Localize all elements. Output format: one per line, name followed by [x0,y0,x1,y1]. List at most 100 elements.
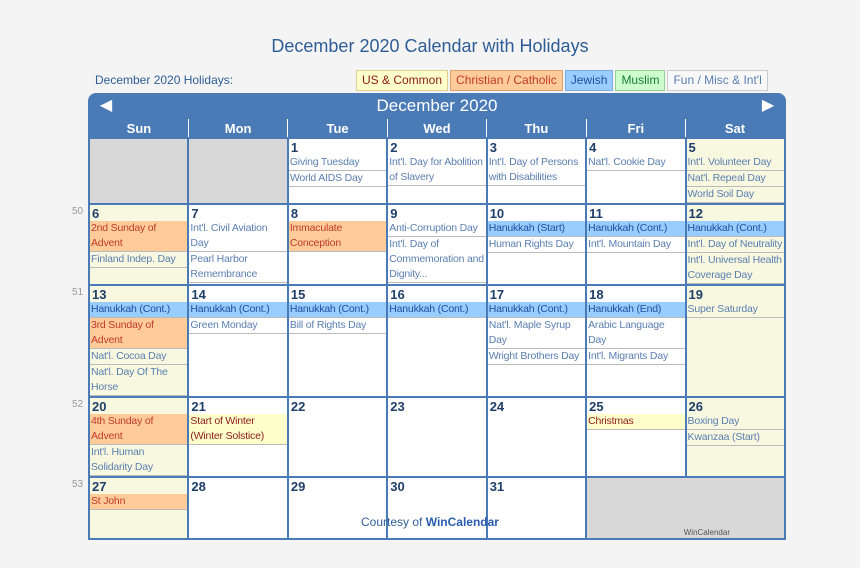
holiday-event[interactable]: Start of Winter (Winter Solstice) [189,414,287,445]
day-cell[interactable]: 21 Start of Winter (Winter Solstice) [187,396,289,478]
weekday-header: Wed [386,119,488,139]
day-number: 13 [92,287,107,302]
day-cell[interactable]: 29 [286,476,389,540]
holiday-event[interactable]: Nat'l. Cookie Day [587,155,685,171]
day-cell[interactable]: 11 Hanukkah (Cont.) Int'l. Mountain Day [585,203,687,286]
holiday-event[interactable]: Anti-Corruption Day [388,221,486,237]
day-cell[interactable]: 4 Nat'l. Cookie Day [585,137,687,205]
day-number: 1 [290,140,299,155]
holiday-event[interactable]: Arabic Language Day [587,318,685,349]
holiday-event[interactable]: 4th Sunday of Advent [90,414,188,445]
holiday-event[interactable]: Hanukkah (Cont.) [90,302,188,318]
day-cell[interactable]: 23 [386,396,488,478]
day-cell[interactable]: 9 Anti-Corruption Day Int'l. Day of Commem… [386,203,488,286]
holiday-event[interactable]: Int'l. Mountain Day [587,237,685,253]
holiday-event[interactable]: Hanukkah (Cont.) [587,221,685,237]
day-cell[interactable]: 14 Hanukkah (Cont.) Green Monday [187,284,289,398]
day-cell[interactable]: 22 [286,396,389,478]
day-cell[interactable]: 7 Int'l. Civil Aviation Day Pearl Harbor R… [187,203,289,286]
holiday-event[interactable]: Super Saturday [686,302,784,318]
holiday-event[interactable]: Int'l. Human Solidarity Day [90,445,188,476]
holiday-event[interactable]: Kwanzaa (Start) [686,430,784,446]
holiday-event[interactable]: Human Rights Day [487,237,586,253]
day-number: 21 [191,399,206,414]
prev-month-button[interactable]: ◀ [96,93,116,119]
holiday-event[interactable]: Giving Tuesday [288,155,387,171]
day-number: 16 [390,287,405,302]
day-cell[interactable]: 13 Hanukkah (Cont.) 3rd Sunday of Advent Na… [72,284,190,398]
day-cell[interactable]: 19 Super Saturday [684,284,787,398]
day-cell[interactable]: 2 Int'l. Day for Abolition of Slavery [386,137,488,205]
next-month-button[interactable]: ▶ [758,93,778,119]
holiday-event[interactable]: Int'l. Day of Commemoration and Dignity.… [388,237,486,283]
day-number: 3 [489,140,497,155]
holiday-event[interactable]: Hanukkah (Cont.) [686,221,784,237]
day-cell[interactable]: 3 Int'l. Day of Persons with Disabilities [485,137,588,205]
day-cell[interactable]: 15 Hanukkah (Cont.) Bill of Rights Day [286,284,389,398]
holiday-event[interactable]: St John [90,494,188,510]
day-cell[interactable]: 6 2nd Sunday of Advent Finland Indep. Day 5… [72,203,190,286]
day-cell[interactable]: 27 St John 53 [72,476,190,540]
day-number: 27 [92,479,107,494]
holiday-event[interactable]: Hanukkah (Cont.) [288,302,387,318]
holiday-event[interactable]: Int'l. Day of Persons with Disabilities [487,155,586,186]
holiday-event[interactable]: 3rd Sunday of Advent [90,318,188,349]
holiday-event[interactable]: Hanukkah (Cont.) [189,302,287,318]
week-row: 20 4th Sunday of Advent Int'l. Human Solid… [72,396,787,478]
holiday-event[interactable]: Finland Indep. Day [90,252,188,268]
holiday-event[interactable]: Nat'l. Repeal Day [686,171,784,187]
day-number: 20 [92,399,107,414]
holiday-event[interactable]: Hanukkah (Cont.) [388,302,486,318]
day-cell[interactable]: 28 [187,476,289,540]
holiday-legend: US & Common Christian / Catholic Jewish … [356,70,768,91]
holiday-event[interactable]: World AIDS Day [288,171,387,187]
week-row: 13 Hanukkah (Cont.) 3rd Sunday of Advent Na… [72,284,787,398]
holiday-event[interactable]: Int'l. Volunteer Day [686,155,784,171]
day-number: 24 [489,399,505,414]
legend-christian: Christian / Catholic [450,70,563,91]
day-cell[interactable]: 18 Hanukkah (End) Arabic Language Day Int'l… [585,284,687,398]
holiday-event[interactable]: World Soil Day [686,187,784,203]
day-cell[interactable]: 31 [485,476,588,540]
holiday-event[interactable]: Hanukkah (End) [587,302,685,318]
day-cell[interactable]: 30 [386,476,488,540]
week-number: 50 [72,206,84,217]
day-cell[interactable]: 24 [485,396,588,478]
holiday-event[interactable]: Nat'l. Day Of The Horse [90,365,188,396]
holiday-event[interactable]: Nat'l. Cocoa Day [90,349,188,365]
calendar: ◀ December 2020 ▶ Sun Mon Tue Wed Thu Fri Sat … [72,93,787,540]
holiday-event[interactable]: Int'l. Universal Health Coverage Day [686,253,784,284]
holiday-event[interactable]: Int'l. Day for Abolition of Slavery [388,155,486,186]
holiday-event[interactable]: Christmas [587,414,685,430]
day-cell[interactable]: 16 Hanukkah (Cont.) [386,284,488,398]
holiday-event[interactable]: Int'l. Day of Neutrality [686,237,784,253]
day-number: 6 [92,206,100,221]
day-cell[interactable]: 26 Boxing Day Kwanzaa (Start) [684,396,787,478]
holiday-event[interactable]: Int'l. Migrants Day [587,349,685,365]
day-cell[interactable]: 8 Immaculate Conception [286,203,389,286]
holiday-event[interactable]: Int'l. Civil Aviation Day [189,221,287,252]
wincalendar-watermark: WinCalendar [683,528,730,537]
legend-muslim: Muslim [615,70,666,91]
holiday-event[interactable]: Nat'l. Maple Syrup Day [487,318,586,349]
day-cell[interactable]: 25 Christmas [585,396,687,478]
day-cell[interactable]: 12 Hanukkah (Cont.) Int'l. Day of Neutrali… [684,203,787,286]
day-cell[interactable]: 20 4th Sunday of Advent Int'l. Human Solid… [72,396,190,478]
day-cell[interactable]: 5 Int'l. Volunteer Day Nat'l. Repeal Day Wo… [684,137,787,205]
day-number: 4 [589,140,597,155]
holiday-event[interactable]: Boxing Day [686,414,784,430]
holiday-event[interactable]: Hanukkah (Cont.) [487,302,586,318]
day-cell[interactable]: 1 Giving Tuesday World AIDS Day [286,137,389,205]
courtesy-footer: Courtesy of WinCalendar [0,515,860,529]
calendar-grid: Sun Mon Tue Wed Thu Fri Sat 1 Giving Tuesday Wor… [72,119,787,540]
holiday-event[interactable]: Wright Brothers Day [487,349,586,365]
holiday-event[interactable]: Immaculate Conception [288,221,387,252]
wincalendar-link[interactable]: WinCalendar [426,515,499,529]
holiday-event[interactable]: Pearl Harbor Remembrance [189,252,287,283]
holiday-event[interactable]: Hanukkah (Start) [487,221,586,237]
holiday-event[interactable]: Green Monday [189,318,287,334]
day-cell[interactable]: 10 Hanukkah (Start) Human Rights Day [485,203,588,286]
holiday-event[interactable]: Bill of Rights Day [288,318,387,334]
holiday-event[interactable]: 2nd Sunday of Advent [90,221,188,252]
day-cell[interactable]: 17 Hanukkah (Cont.) Nat'l. Maple Syrup Day… [485,284,588,398]
